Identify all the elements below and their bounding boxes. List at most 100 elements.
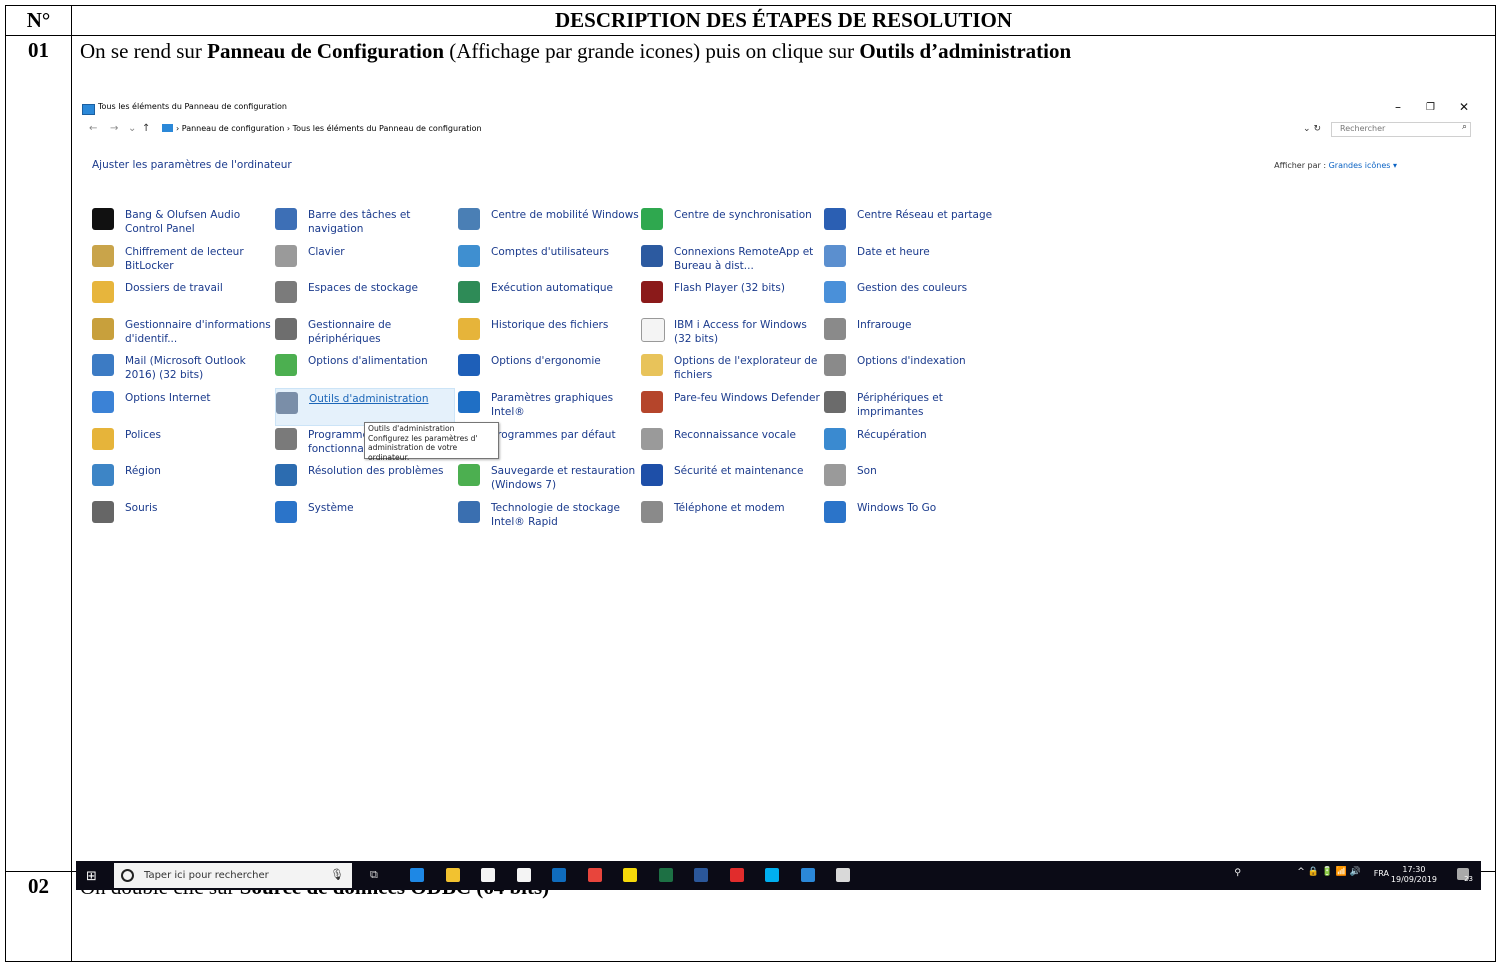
control-panel-item[interactable]: Téléphone et modem (641, 498, 819, 534)
control-panel-item-label: Résolution des problèmes (308, 465, 444, 478)
control-panel-item[interactable]: Polices (92, 425, 270, 461)
admin-tools-icon (276, 392, 298, 414)
tooltip-body: Configurez les paramètres d' administrat… (368, 433, 478, 462)
excel-icon[interactable] (658, 868, 673, 882)
breadcrumb[interactable]: › Panneau de configuration › Tous les él… (176, 124, 482, 133)
control-panel-item[interactable]: Flash Player (32 bits) (641, 278, 819, 314)
window-title: Tous les éléments du Panneau de configur… (98, 102, 288, 111)
autoplay-icon (458, 281, 480, 304)
paint-icon[interactable] (836, 868, 850, 882)
color-management-icon (824, 281, 846, 304)
control-panel-item[interactable]: Espaces de stockage (275, 278, 453, 314)
ibm-access-icon (641, 317, 665, 342)
windows-start-icon[interactable]: ⊞ (86, 869, 97, 884)
control-panel-item-label: Options d'alimentation (308, 355, 428, 368)
control-panel-item-label: Chiffrement de lecteur BitLocker (125, 245, 244, 272)
control-panel-item[interactable]: Mail (Microsoft Outlook 2016) (32 bits) (92, 351, 270, 387)
back-icon[interactable]: ← (89, 123, 97, 134)
search-input[interactable]: Rechercher ⌕ (1331, 122, 1471, 137)
control-panel-item[interactable]: Date et heure (824, 242, 1002, 278)
control-panel-item-label: Gestion des couleurs (857, 282, 968, 295)
control-panel-item-label: Sécurité et maintenance (674, 465, 804, 478)
microphone-icon[interactable]: 🎙 (330, 868, 344, 881)
file-explorer-icon[interactable] (445, 868, 460, 882)
control-panel-item[interactable]: IBM i Access for Windows (32 bits) (641, 315, 819, 351)
control-panel-item[interactable]: Connexions RemoteApp et Bureau à dist... (641, 242, 819, 278)
control-panel-item[interactable]: Windows To Go (824, 498, 1002, 534)
minimize-button[interactable]: – (1395, 100, 1401, 114)
indexing-icon (824, 354, 846, 377)
system-tray-icons[interactable]: ^ 🔒 🔋 📶 🔊 (1297, 867, 1361, 877)
windows-to-go-icon (824, 500, 846, 523)
control-panel-item[interactable]: Infrarouge (824, 315, 1002, 351)
skype-icon[interactable] (765, 868, 779, 882)
control-panel-item[interactable]: Sécurité et maintenance (641, 461, 819, 497)
view-by-label: Afficher par : (1274, 161, 1327, 170)
notification-icon[interactable]: 23 (1457, 868, 1473, 883)
control-panel-item[interactable]: Bang & Olufsen Audio Control Panel (92, 205, 270, 241)
up-icon[interactable]: ↑ (142, 123, 150, 134)
storage-spaces-icon (275, 281, 297, 304)
control-panel-item[interactable]: Chiffrement de lecteur BitLocker (92, 242, 270, 278)
chrome-icon[interactable] (587, 868, 602, 882)
control-panel-item[interactable]: Sauvegarde et restauration (Windows 7) (458, 461, 636, 497)
control-panel-item-label: Périphériques et imprimantes (857, 392, 943, 418)
control-panel-item[interactable]: Paramètres graphiques Intel® (458, 388, 636, 424)
clock[interactable]: 17:30 19/09/2019 (1391, 865, 1437, 885)
task-view-icon[interactable]: ⧉ (370, 868, 378, 882)
control-panel-item[interactable]: Comptes d'utilisateurs (458, 242, 636, 278)
control-panel-item[interactable]: Options de l'explorateur de fichiers (641, 351, 819, 387)
control-panel-item[interactable]: Barre des tâches et navigation (275, 205, 453, 241)
outlook-icon[interactable] (552, 868, 566, 882)
control-panel-item[interactable]: Résolution des problèmes (275, 461, 453, 497)
close-button[interactable]: ✕ (1459, 100, 1469, 114)
tooltip: Outils d'administration Configurez les p… (364, 422, 499, 462)
control-panel-item[interactable]: Options Internet (92, 388, 270, 424)
device-manager-icon (275, 317, 297, 340)
store-icon[interactable] (481, 868, 495, 882)
control-panel-item-label: Barre des tâches et navigation (308, 209, 411, 235)
chevron-down-icon[interactable]: ⌄ (128, 123, 136, 134)
control-panel-item[interactable]: Options d'ergonomie (458, 351, 636, 387)
control-panel-item[interactable]: Options d'indexation (824, 351, 1002, 387)
control-panel-item[interactable]: Technologie de stockage Intel® Rapid (458, 498, 636, 534)
internet-options-icon (92, 391, 114, 413)
control-panel-item[interactable]: Gestionnaire de périphériques (275, 315, 453, 351)
control-panel-icon[interactable] (800, 868, 815, 882)
control-panel-item[interactable]: Outils d'administration (275, 388, 455, 426)
control-panel-item[interactable]: Clavier (275, 242, 453, 278)
control-panel-item[interactable]: Exécution automatique (458, 278, 636, 314)
refresh-icon[interactable]: ⌄ ↻ (1303, 124, 1321, 134)
people-icon[interactable]: ⚲ (1234, 868, 1241, 878)
word-icon[interactable] (694, 868, 708, 882)
acrobat-icon[interactable] (729, 868, 744, 882)
control-panel-item-label: Options d'indexation (857, 355, 966, 368)
control-panel-item[interactable]: Centre de mobilité Windows (458, 205, 639, 241)
control-panel-item[interactable]: Centre de synchronisation (641, 205, 819, 241)
edge-icon[interactable] (410, 868, 424, 882)
control-panel-item[interactable]: Historique des fichiers (458, 315, 636, 351)
control-panel-item[interactable]: Récupération (824, 425, 1002, 461)
forward-icon[interactable]: → (110, 123, 118, 134)
control-panel-item[interactable]: Région (92, 461, 270, 497)
taskbar-search[interactable]: Taper ici pour rechercher 🎙 (114, 863, 352, 888)
control-panel-item[interactable]: Reconnaissance vocale (641, 425, 819, 461)
control-panel-item-label: Options Internet (125, 392, 211, 404)
control-panel-item[interactable]: Centre Réseau et partage (824, 205, 1002, 241)
control-panel-item[interactable]: Système (275, 498, 453, 534)
control-panel-item[interactable]: Son (824, 461, 1002, 497)
control-panel-item[interactable]: Dossiers de travail (92, 278, 270, 314)
control-panel-item-label: Exécution automatique (491, 282, 613, 295)
language-indicator[interactable]: FRA (1374, 869, 1389, 878)
control-panel-item[interactable]: Pare-feu Windows Defender (641, 388, 820, 424)
control-panel-item[interactable]: Gestion des couleurs (824, 278, 1002, 314)
sticky-notes-icon[interactable] (623, 868, 637, 882)
restore-button[interactable]: ❐ (1426, 102, 1435, 113)
view-by-dropdown[interactable]: Grandes icônes ▾ (1329, 161, 1397, 170)
mail-app-icon[interactable] (516, 868, 531, 882)
control-panel-item[interactable]: Options d'alimentation (275, 351, 453, 387)
control-panel-item[interactable]: Souris (92, 498, 270, 534)
control-panel-item[interactable]: Périphériques et imprimantes (824, 388, 1002, 424)
control-panel-item[interactable]: Gestionnaire d'informations d'identif... (92, 315, 271, 351)
control-panel-item-label: Centre Réseau et partage (857, 209, 993, 221)
